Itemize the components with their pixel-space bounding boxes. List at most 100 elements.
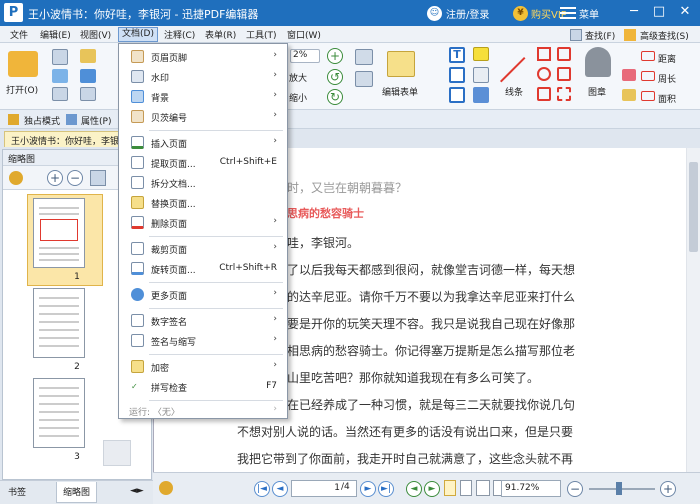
menu-item-spell-check[interactable]: ✓ 拼写检查 F7 bbox=[119, 377, 287, 396]
page-thumbnail-1[interactable] bbox=[33, 198, 85, 268]
callout-icon[interactable] bbox=[449, 87, 465, 103]
menu-item-header-footer[interactable]: 页眉页脚 › bbox=[119, 47, 287, 66]
menu-item-crop-pages[interactable]: 裁剪页面 › bbox=[119, 239, 287, 258]
stamp-icon[interactable] bbox=[585, 47, 611, 77]
line-button[interactable]: 线条 bbox=[505, 85, 523, 98]
exclusive-mode-button[interactable]: 独占模式 bbox=[24, 114, 60, 127]
typewriter-icon[interactable] bbox=[449, 67, 465, 83]
minimize-button[interactable]: ─ bbox=[626, 4, 642, 19]
single-page-icon[interactable] bbox=[444, 480, 456, 496]
vip-icon[interactable]: ¥ bbox=[513, 6, 528, 21]
open-button[interactable]: 打开(O) bbox=[6, 83, 38, 96]
document-tab[interactable]: 王小波情书：你好哇，李银河 bbox=[4, 131, 136, 147]
last-page-button[interactable]: ►| bbox=[378, 481, 394, 497]
zoom-field[interactable]: 2% bbox=[290, 49, 320, 63]
insert-image-icon[interactable] bbox=[355, 71, 373, 87]
edit-form-icon[interactable] bbox=[387, 51, 415, 77]
menu-item-digital-signature[interactable]: 数字签名 › bbox=[119, 311, 287, 330]
scroll-thumb[interactable] bbox=[689, 162, 698, 252]
prev-page-button[interactable]: ◄ bbox=[272, 481, 288, 497]
rectangle-tool-icon[interactable] bbox=[537, 87, 551, 101]
find-icon[interactable] bbox=[570, 29, 582, 41]
hand-tool-icon[interactable] bbox=[80, 49, 96, 63]
menu-window[interactable]: 窗口(W) bbox=[287, 28, 321, 41]
zoom-in-icon[interactable]: + bbox=[327, 48, 343, 64]
menu-icon[interactable] bbox=[560, 7, 576, 19]
arrow-tool-icon[interactable] bbox=[537, 47, 551, 61]
app-menu-button[interactable]: 菜单 bbox=[579, 6, 599, 21]
first-page-button[interactable]: |◄ bbox=[254, 481, 270, 497]
new-icon[interactable] bbox=[52, 49, 68, 65]
edit-form-button[interactable]: 编辑表单 bbox=[382, 85, 418, 98]
enlarge-button[interactable]: 放大 bbox=[289, 71, 307, 84]
zoom-in-thumb-icon[interactable]: + bbox=[47, 170, 63, 186]
settings-icon[interactable] bbox=[159, 481, 173, 495]
zoom-out-thumb-icon[interactable]: − bbox=[67, 170, 83, 186]
bookmarks-tab[interactable]: 书签 bbox=[8, 485, 26, 498]
facing-icon[interactable] bbox=[476, 480, 490, 496]
zoom-in-status-icon[interactable]: + bbox=[660, 481, 676, 497]
rotate-thumb-icon[interactable] bbox=[90, 170, 106, 186]
forward-button[interactable]: ► bbox=[424, 481, 440, 497]
continuous-icon[interactable] bbox=[460, 480, 472, 496]
menu-item-more-pages[interactable]: 更多页面 › bbox=[119, 285, 287, 304]
cloud-icon[interactable] bbox=[80, 69, 96, 83]
insert-text-icon[interactable] bbox=[355, 49, 373, 65]
text-box-icon[interactable]: T bbox=[449, 47, 465, 63]
menu-view[interactable]: 视图(V) bbox=[80, 28, 111, 41]
advanced-find-icon[interactable] bbox=[624, 29, 636, 41]
user-icon[interactable]: ☺ bbox=[427, 6, 442, 21]
shrink-button[interactable]: 缩小 bbox=[289, 91, 307, 104]
sound-icon[interactable] bbox=[473, 87, 489, 103]
polygon-tool-icon[interactable] bbox=[557, 47, 571, 61]
zoom-slider-thumb[interactable] bbox=[616, 482, 622, 495]
login-link[interactable]: 注册/登录 bbox=[446, 6, 489, 21]
menu-item-watermark[interactable]: 水印 › bbox=[119, 67, 287, 86]
properties-button[interactable]: 属性(P) bbox=[81, 114, 111, 127]
eraser-icon[interactable] bbox=[622, 69, 636, 81]
menu-tools[interactable]: 工具(T) bbox=[246, 28, 277, 41]
line-tool-icon[interactable] bbox=[500, 56, 526, 83]
vertical-scrollbar[interactable] bbox=[687, 148, 700, 472]
next-page-button[interactable]: ► bbox=[360, 481, 376, 497]
zoom-slider-track[interactable] bbox=[589, 488, 655, 490]
polyline-tool-icon[interactable] bbox=[557, 67, 571, 81]
page-thumbnail-3[interactable] bbox=[33, 378, 85, 448]
menu-item-rotate-pages[interactable]: 旋转页面... Ctrl+Shift+R bbox=[119, 259, 287, 278]
back-button[interactable]: ◄ bbox=[406, 481, 422, 497]
rotate-right-icon[interactable]: ↻ bbox=[327, 89, 343, 105]
menu-document[interactable]: 文档(D) bbox=[118, 27, 158, 42]
menu-item-background[interactable]: 背景 › bbox=[119, 87, 287, 106]
sticky-note-icon[interactable] bbox=[473, 47, 489, 61]
find-button[interactable]: 查找(F) bbox=[585, 29, 615, 42]
menu-item-run[interactable]: 运行: 〈无〉 › bbox=[119, 401, 287, 420]
menu-item-insert-pages[interactable]: 插入页面 › bbox=[119, 133, 287, 152]
close-button[interactable]: ✕ bbox=[677, 4, 693, 19]
menu-item-extract-pages[interactable]: 提取页面... Ctrl+Shift+E bbox=[119, 153, 287, 172]
cloud-tool-icon[interactable] bbox=[557, 87, 571, 101]
thumbnails-tab[interactable]: 缩略图 bbox=[56, 482, 98, 503]
select-icon[interactable] bbox=[80, 87, 96, 101]
menu-item-replace-pages[interactable]: 替换页面... bbox=[119, 193, 287, 212]
menu-item-bates[interactable]: 贝茨编号 › bbox=[119, 107, 287, 126]
menu-file[interactable]: 文件 bbox=[10, 28, 28, 41]
area-button[interactable]: 面积 bbox=[658, 92, 676, 105]
menu-item-sign-initial[interactable]: 签名与缩写 › bbox=[119, 331, 287, 350]
ellipse-tool-icon[interactable] bbox=[537, 67, 551, 81]
menu-form[interactable]: 表单(R) bbox=[205, 28, 236, 41]
panel-scroll-arrows[interactable]: ◄► bbox=[130, 486, 144, 496]
rotate-left-icon[interactable]: ↺ bbox=[327, 69, 343, 85]
zoom-out-status-icon[interactable]: − bbox=[567, 481, 583, 497]
maximize-button[interactable]: □ bbox=[651, 4, 667, 19]
stamp-button[interactable]: 图章 bbox=[588, 85, 606, 98]
menu-comment[interactable]: 注释(C) bbox=[164, 28, 195, 41]
menu-item-encrypt[interactable]: 加密 › bbox=[119, 357, 287, 376]
menu-edit[interactable]: 编辑(E) bbox=[40, 28, 71, 41]
gear-icon[interactable] bbox=[9, 171, 23, 185]
pencil-icon[interactable] bbox=[622, 89, 636, 101]
page-thumbnail-2[interactable] bbox=[33, 288, 85, 358]
attach-icon[interactable] bbox=[473, 67, 489, 83]
perimeter-button[interactable]: 周长 bbox=[658, 72, 676, 85]
menu-item-split-document[interactable]: 拆分文档... bbox=[119, 173, 287, 192]
advanced-find-button[interactable]: 高级查找(S) bbox=[640, 29, 689, 42]
